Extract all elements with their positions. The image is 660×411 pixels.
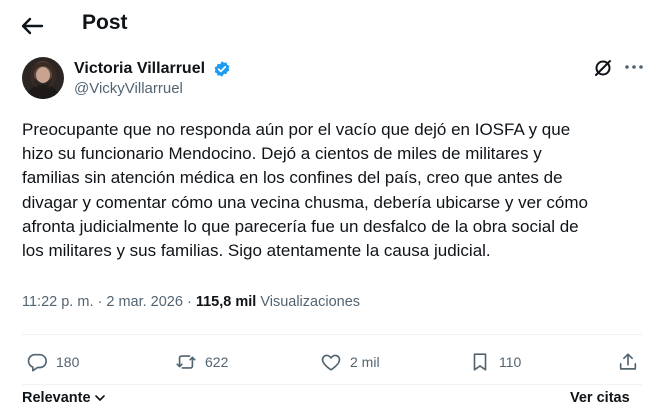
post-meta: 11:22 p. m. · 2 mar. 2026 · 115,8 mil Vi… [22, 294, 360, 310]
share-button[interactable] [617, 350, 639, 374]
divider [22, 384, 642, 385]
like-count: 2 mil [350, 354, 380, 370]
chevron-down-icon [94, 395, 105, 401]
views-label: Visualizaciones [260, 294, 361, 310]
repost-button[interactable]: 622 [175, 350, 228, 374]
reply-button[interactable]: 180 [26, 350, 79, 374]
meta-separator: · [182, 294, 196, 310]
top-bar: Post [0, 0, 660, 52]
heart-icon [321, 354, 341, 371]
page-title: Post [82, 11, 128, 34]
view-quotes-link[interactable]: Ver citas [570, 390, 630, 406]
bookmark-count: 110 [499, 354, 522, 370]
sort-replies-dropdown[interactable]: Relevante [22, 390, 107, 406]
bookmark-button[interactable]: 110 [469, 350, 521, 374]
grok-icon[interactable] [593, 58, 613, 78]
share-icon [619, 353, 637, 370]
author-handle[interactable]: @VickyVillarruel [74, 80, 183, 97]
post-time[interactable]: 11:22 p. m. [22, 294, 93, 310]
sort-label: Relevante [22, 390, 91, 406]
verified-badge-icon [214, 61, 230, 77]
repost-icon [176, 355, 196, 369]
post-text: Preocupante que no responda aún por el v… [22, 120, 588, 261]
author-name[interactable]: Victoria Villarruel [74, 60, 205, 78]
reply-count: 180 [56, 354, 80, 370]
divider [22, 334, 642, 335]
repost-count: 622 [205, 354, 229, 370]
meta-separator: · [93, 294, 107, 310]
reply-icon [27, 353, 47, 372]
more-options-icon[interactable] [624, 62, 644, 72]
arrow-left-icon[interactable] [18, 13, 46, 39]
views-count: 115,8 mil [195, 294, 257, 310]
like-button[interactable]: 2 mil [320, 350, 380, 374]
avatar[interactable] [22, 57, 64, 99]
post-date[interactable]: 2 mar. 2026 [106, 294, 183, 310]
bookmark-icon [473, 353, 487, 371]
